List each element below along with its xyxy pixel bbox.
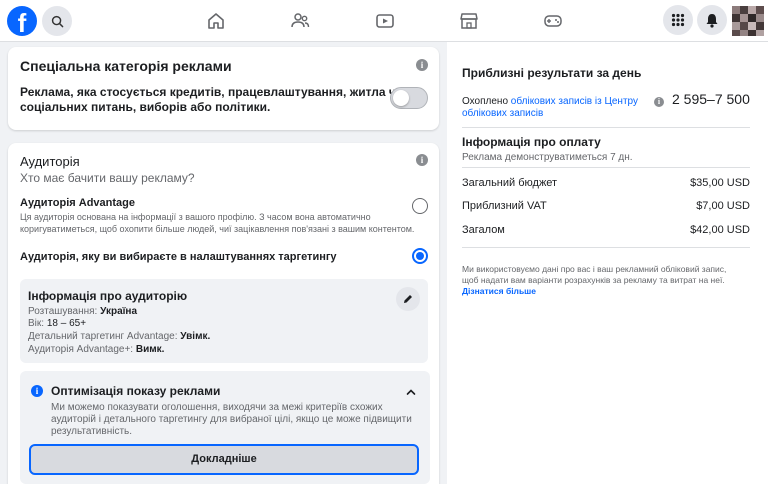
audience-age: Вік: 18 – 65+ [28,318,87,329]
audience-info-box: Інформація про аудиторію Розташування: У… [20,279,428,363]
chevron-up-icon[interactable] [406,383,416,395]
nav-video[interactable] [374,10,396,32]
info-icon[interactable]: i [654,97,664,107]
nav-friends[interactable] [289,10,311,32]
menu-button[interactable] [663,5,693,35]
audience-info-title: Інформація про аудиторію [28,289,188,303]
special-category-description-line1: Реклама, яка стосується кредитів, працев… [20,85,404,99]
divider [462,127,750,128]
pencil-icon [404,295,412,303]
optimization-desc-line1: Ми можемо показувати оголошення, виходяч… [51,402,383,413]
search-icon [51,15,63,27]
total-budget-label: Загальний бюджет [462,177,558,189]
audience-location: Розташування: Україна [28,306,138,317]
learn-more-link[interactable]: Дізнатися більше [462,286,536,297]
info-icon[interactable]: i [416,154,428,166]
custom-audience-title: Аудиторія, яку ви вибираєте в налаштуван… [20,251,337,263]
advantage-audience-radio[interactable] [412,198,428,214]
advantage-audience-title: Аудиторія Advantage [20,197,135,209]
nav-gaming[interactable] [542,10,564,32]
total-label: Загалом [462,224,505,236]
daily-results-title: Приблизні результати за день [462,66,642,80]
facebook-logo[interactable]: f [7,6,37,36]
info-icon[interactable]: i [416,59,428,71]
reach-value: 2 595–7 500 [672,91,750,107]
toggle-knob [393,90,409,106]
notifications-bell-icon [706,13,718,28]
marketplace-icon [460,13,478,29]
results-sidebar: Приблизні результати за день Охоплено об… [447,42,768,484]
advantage-audience-desc-line2: коригуватиметься, щоб охопити більше люд… [20,224,415,234]
top-navigation-bar: f [0,0,768,42]
custom-audience-radio[interactable] [412,248,428,264]
nav-home[interactable] [205,10,227,32]
special-category-description-line2: соціальних питань, виборів або політики. [20,100,271,114]
audience-subtitle: Хто має бачити вашу рекламу? [20,171,195,185]
disclaimer-line2: щоб надати вам варіанти розрахунків за р… [462,275,725,285]
home-icon [208,13,224,29]
video-icon [376,14,394,28]
nav-marketplace[interactable] [458,10,480,32]
divider [462,167,750,168]
gaming-icon [544,15,562,27]
profile-avatar[interactable] [732,6,764,36]
friends-icon [291,13,310,28]
accounts-center-link[interactable]: облікових записів із Центру [511,96,638,107]
special-category-title: Спеціальна категорія реклами [20,58,232,74]
audience-title: Аудиторія [20,154,80,169]
special-category-card: Спеціальна категорія реклами i Реклама, … [8,47,439,130]
edit-audience-button[interactable] [396,287,420,311]
payment-info-title: Інформація про оплату [462,135,601,149]
audience-advantage-plus: Аудиторія Advantage+: Вимк. [28,344,165,355]
payment-duration: Реклама демонструватиметься 7 дн. [462,152,633,163]
total-budget-value: $35,00 USD [690,177,750,189]
optimization-desc-line3: результативність. [51,426,133,437]
total-value: $42,00 USD [690,224,750,236]
optimization-desc-line2: аудиторій і детального таргетингу для ви… [51,414,412,425]
vat-label: Приблизний VAT [462,200,547,212]
info-icon: i [31,385,43,397]
accounts-center-link-line2[interactable]: облікових записів [462,108,543,120]
special-category-toggle[interactable] [390,87,428,109]
vat-value: $7,00 USD [696,200,750,212]
learn-more-button[interactable]: Докладніше [29,444,419,475]
delivery-optimization-box: i Оптимізація показу реклами Ми можемо п… [20,371,430,484]
disclaimer-line1: Ми використовуємо дані про вас і ваш рек… [462,264,727,274]
divider [462,247,750,248]
optimization-title: Оптимізація показу реклами [51,384,221,398]
notifications-button[interactable] [697,5,727,35]
menu-grid-icon [671,13,685,27]
audience-detailed-targeting: Детальний таргетинг Advantage: Увімк. [28,331,211,342]
search-button[interactable] [42,6,72,36]
reach-description: Охоплено облікових записів із Центру [462,96,638,107]
